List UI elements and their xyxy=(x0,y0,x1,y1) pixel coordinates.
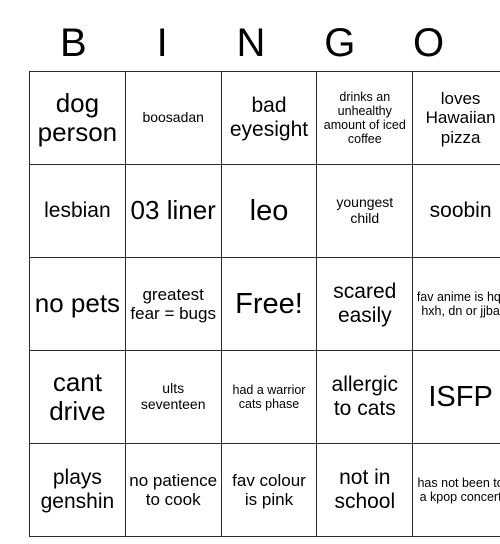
bingo-cell[interactable]: dog person xyxy=(29,71,126,165)
bingo-grid: dog person boosadan bad eyesight drinks … xyxy=(29,71,500,537)
bingo-row: no pets greatest fear = bugs Free! scare… xyxy=(29,257,500,351)
bingo-cell[interactable]: soobin xyxy=(412,164,500,258)
bingo-cell[interactable]: drinks an unhealthy amount of iced coffe… xyxy=(316,71,414,165)
bingo-cell[interactable]: had a warrior cats phase xyxy=(220,350,318,444)
bingo-header: B I N G O xyxy=(29,0,473,71)
bingo-cell[interactable]: youngest child xyxy=(316,164,414,258)
bingo-cell[interactable]: scared easily xyxy=(316,257,414,351)
bingo-cell[interactable]: ISFP xyxy=(412,350,500,444)
bingo-row: dog person boosadan bad eyesight drinks … xyxy=(29,71,500,165)
bingo-cell[interactable]: has not been to a kpop concert xyxy=(412,443,500,537)
bingo-cell[interactable]: greatest fear = bugs xyxy=(124,257,222,351)
bingo-cell[interactable]: lesbian xyxy=(29,164,126,258)
bingo-cell[interactable]: no patience to cook xyxy=(124,443,222,537)
bingo-cell[interactable]: bad eyesight xyxy=(220,71,318,165)
bingo-cell[interactable]: 03 liner xyxy=(124,164,222,258)
bingo-cell[interactable]: ults seventeen xyxy=(124,350,222,444)
bingo-header-letter-o: O xyxy=(413,21,445,65)
bingo-cell[interactable]: cant drive xyxy=(29,350,126,444)
bingo-cell[interactable]: no pets xyxy=(29,257,126,351)
bingo-header-letter-g: G xyxy=(324,21,356,65)
bingo-cell[interactable]: loves Hawaiian pizza xyxy=(412,71,500,165)
bingo-free-cell[interactable]: Free! xyxy=(220,257,318,351)
bingo-cell[interactable]: not in school xyxy=(316,443,414,537)
bingo-header-letter-i: I xyxy=(156,21,168,65)
bingo-header-letter-b: B xyxy=(60,21,87,65)
bingo-cell[interactable]: leo xyxy=(220,164,318,258)
bingo-header-letter-n: N xyxy=(236,21,266,65)
bingo-cell[interactable]: fav anime is hq, hxh, dn or jjba xyxy=(412,257,500,351)
bingo-cell[interactable]: plays genshin xyxy=(29,443,126,537)
bingo-card: B I N G O dog person boosadan bad eyesig… xyxy=(29,0,500,537)
bingo-row: plays genshin no patience to cook fav co… xyxy=(29,443,500,537)
bingo-row: lesbian 03 liner leo youngest child soob… xyxy=(29,164,500,258)
bingo-row: cant drive ults seventeen had a warrior … xyxy=(29,350,500,444)
bingo-cell[interactable]: boosadan xyxy=(124,71,222,165)
bingo-cell[interactable]: fav colour is pink xyxy=(220,443,318,537)
bingo-cell[interactable]: allergic to cats xyxy=(316,350,414,444)
